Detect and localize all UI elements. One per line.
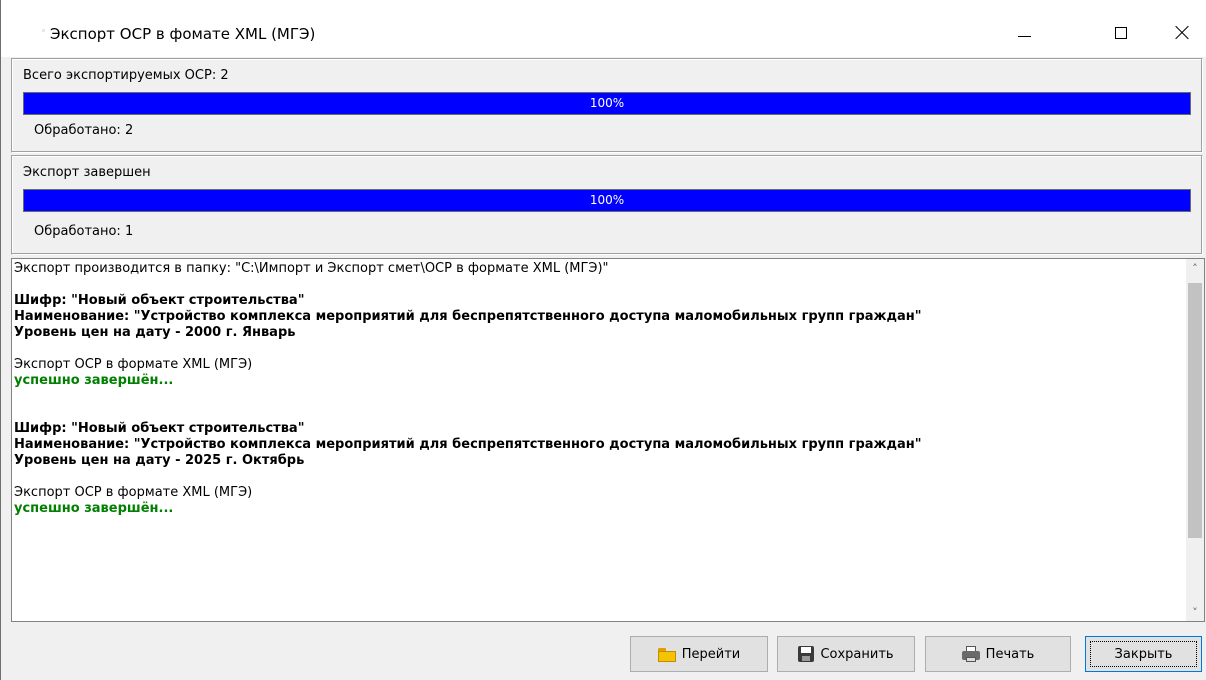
save-button-label: Сохранить (820, 646, 894, 662)
log-line: Экспорт ОСР в формате XML (МГЭ) (14, 357, 253, 372)
total-progress-bar: 100% (23, 92, 1191, 115)
total-progress-text: 100% (589, 96, 625, 110)
minimize-button[interactable] (1001, 16, 1047, 50)
maximize-icon (1115, 27, 1127, 39)
folder-icon (657, 646, 676, 662)
log-line: Экспорт ОСР в формате XML (МГЭ) (14, 485, 253, 500)
focus-ring (1090, 641, 1197, 667)
export-dialog: Экспорт ОСР в фомате XML (МГЭ) Всего экс… (0, 0, 1206, 680)
log-line: Наименование: "Устройство комплекса меро… (14, 437, 922, 452)
app-icon (42, 29, 45, 32)
window-close-button[interactable] (1159, 16, 1205, 50)
print-button[interactable]: Печать (925, 636, 1071, 672)
close-button[interactable]: Закрыть (1085, 636, 1202, 672)
print-button-label: Печать (985, 646, 1035, 662)
log-line: успешно завершён... (14, 501, 174, 516)
minimize-icon (1017, 35, 1031, 37)
export-log[interactable]: Экспорт производится в папку: "C:\Импорт… (11, 258, 1205, 622)
scroll-thumb[interactable] (1188, 283, 1202, 538)
log-line: Шифр: "Новый объект строительства" (14, 421, 305, 436)
log-scrollbar[interactable]: ˄ ˅ (1186, 259, 1204, 621)
goto-button-label: Перейти (681, 646, 741, 662)
save-button[interactable]: Сохранить (777, 636, 915, 672)
log-line: Шифр: "Новый объект строительства" (14, 293, 305, 308)
floppy-disk-icon (798, 646, 815, 662)
scroll-down-icon[interactable]: ˅ (1186, 603, 1204, 621)
total-processed-count: Обработано: 2 (34, 123, 134, 138)
log-line: Экспорт производится в папку: "C:\Импорт… (14, 261, 609, 276)
total-export-label: Всего экспортируемых ОСР: 2 (23, 68, 229, 83)
current-progress-text: 100% (589, 193, 625, 207)
export-status-label: Экспорт завершен (23, 165, 151, 180)
goto-button[interactable]: Перейти (630, 636, 768, 672)
window-title: Экспорт ОСР в фомате XML (МГЭ) (50, 25, 316, 43)
current-export-group: Экспорт завершен 100% Обработано: 1 (11, 155, 1203, 255)
scroll-up-icon[interactable]: ˄ (1186, 259, 1204, 277)
close-icon (1175, 26, 1189, 40)
log-line: Уровень цен на дату - 2000 г. Январь (14, 325, 296, 340)
export-log-text[interactable]: Экспорт производится в папку: "C:\Импорт… (14, 261, 1184, 619)
log-line: успешно завершён... (14, 373, 174, 388)
current-progress-bar: 100% (23, 189, 1191, 212)
log-line: Наименование: "Устройство комплекса меро… (14, 309, 922, 324)
log-line: Уровень цен на дату - 2025 г. Октябрь (14, 453, 305, 468)
maximize-button[interactable] (1098, 16, 1144, 50)
current-processed-count: Обработано: 1 (34, 224, 134, 239)
printer-icon (961, 646, 980, 662)
title-bar[interactable]: Экспорт ОСР в фомате XML (МГЭ) (1, 0, 1206, 57)
total-export-group: Всего экспортируемых ОСР: 2 100% Обработ… (11, 58, 1203, 153)
